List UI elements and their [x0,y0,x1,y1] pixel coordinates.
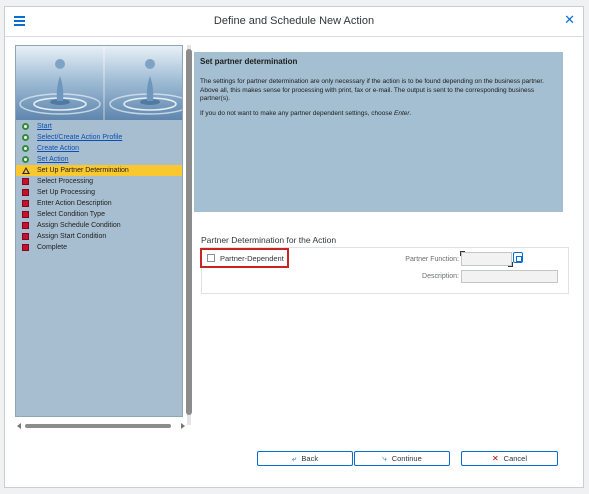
step-done-icon [22,145,29,152]
step-select-create-action-profile[interactable]: Select/Create Action Profile [16,132,182,143]
cancel-x-icon: ✕ [491,454,499,463]
step-enter-action-description: Enter Action Description [16,198,182,209]
cancel-button[interactable]: ✕ Cancel [461,451,558,466]
partner-dependent-checkbox[interactable] [207,254,215,262]
step-select-processing: Select Processing [16,176,182,187]
info-body: The settings for partner determination a… [200,78,544,102]
partner-function-label: Partner Function: [405,256,459,263]
step-assign-schedule-condition: Assign Schedule Condition [16,220,182,231]
description-label: Description: [422,273,459,280]
description-input[interactable] [461,270,558,283]
step-label: Enter Action Description [37,200,112,207]
step-label: Set Up Processing [37,189,95,196]
step-label: Select Processing [37,178,94,185]
step-start[interactable]: Start [16,121,182,132]
step-pending-icon [22,178,29,185]
help-info-panel: Set partner determination The settings f… [194,52,563,212]
wizard-roadmap-panel: Start Select/Create Action Profile Creat… [15,45,183,417]
step-done-icon [22,134,29,141]
step-label[interactable]: Set Action [37,156,69,163]
info-note-emphasis: Enter [394,109,410,117]
step-done-icon [22,123,29,130]
scrollbar-thumb[interactable] [186,49,192,415]
step-label[interactable]: Start [37,123,52,130]
dialog-title: Define and Schedule New Action [213,15,375,27]
step-label: Assign Start Condition [37,233,107,240]
cancel-button-label: Cancel [503,454,528,463]
step-pending-icon [22,189,29,196]
step-label: Set Up Partner Determination [37,167,129,174]
horizontal-scrollbar[interactable] [15,421,187,430]
info-title: Set partner determination [200,57,298,66]
step-pending-icon [22,244,29,251]
value-help-icon[interactable] [513,252,523,263]
vertical-scrollbar[interactable] [185,45,193,425]
step-label: Complete [37,244,67,251]
warning-triangle-icon [22,167,30,174]
scroll-right-icon[interactable] [181,423,185,429]
scrollbar-thumb[interactable] [25,424,171,428]
continue-arrow-icon: ⤷ [382,453,387,463]
step-set-up-processing: Set Up Processing [16,187,182,198]
step-set-up-partner-determination: Set Up Partner Determination [16,165,182,176]
step-label[interactable]: Select/Create Action Profile [37,134,122,141]
step-select-condition-type: Select Condition Type [16,209,182,220]
step-done-icon [22,156,29,163]
back-button[interactable]: ⤶ Back [257,451,353,466]
back-button-label: Back [301,454,319,463]
partner-dependent-label: Partner-Dependent [220,254,284,263]
step-label: Select Condition Type [37,211,105,218]
section-title: Partner Determination for the Action [201,235,337,245]
step-pending-icon [22,211,29,218]
step-complete: Complete [16,242,182,253]
info-note: If you do not want to make any partner d… [200,110,557,119]
step-pending-icon [22,233,29,240]
step-label[interactable]: Create Action [37,145,79,152]
step-pending-icon [22,200,29,207]
info-note-suffix: . [409,109,412,117]
continue-button-label: Continue [391,454,422,463]
step-pending-icon [22,222,29,229]
wizard-steps-list: Start Select/Create Action Profile Creat… [16,121,182,253]
water-drop-image [16,46,182,120]
scroll-left-icon[interactable] [17,423,21,429]
step-create-action[interactable]: Create Action [16,143,182,154]
back-arrow-icon: ⤶ [291,453,297,463]
step-assign-start-condition: Assign Start Condition [16,231,182,242]
info-note-prefix: If you do not want to make any partner d… [200,109,395,117]
step-set-action[interactable]: Set Action [16,154,182,165]
continue-button[interactable]: ⤷ Continue [354,451,450,466]
title-bar: Define and Schedule New Action ✕ [5,7,583,37]
close-icon[interactable]: ✕ [564,13,575,28]
partner-function-input[interactable] [460,251,513,267]
step-label: Assign Schedule Condition [37,222,121,229]
